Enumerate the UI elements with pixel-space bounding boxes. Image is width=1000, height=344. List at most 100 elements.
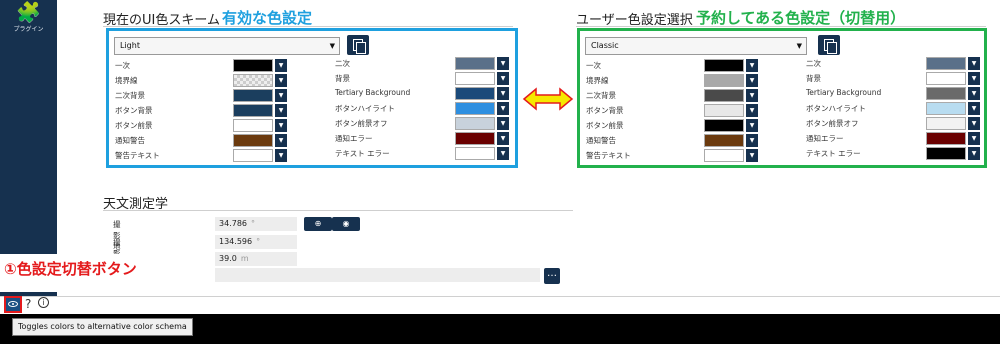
info-icon[interactable]: i: [38, 297, 49, 308]
color-swatch[interactable]: [455, 72, 495, 85]
help-icon[interactable]: ?: [25, 297, 31, 311]
color-picker-button[interactable]: ▼: [497, 57, 509, 70]
color-swatch[interactable]: [455, 132, 495, 145]
locate-button[interactable]: ⊕: [304, 217, 332, 231]
path-input[interactable]: [215, 268, 540, 282]
color-swatch[interactable]: [233, 149, 273, 162]
color-label: テキスト エラー: [806, 149, 861, 158]
user-scheme-panel: Classic ▼ 一次 ▼ 境界線 ▼ 二次背景 ▼ ボタン背景 ▼ ボタン前景 ▼ 通知警告 ▼ 警…: [577, 28, 987, 168]
color-picker-button[interactable]: ▼: [968, 87, 980, 100]
color-swatch[interactable]: [704, 59, 744, 72]
color-swatch[interactable]: [704, 104, 744, 117]
color-swatch[interactable]: [704, 89, 744, 102]
globe-button[interactable]: ◉: [332, 217, 360, 231]
color-label: 一次: [586, 61, 601, 70]
color-picker-button[interactable]: ▼: [746, 89, 758, 102]
bottom-toolbar: [0, 296, 1000, 314]
copy-scheme-button[interactable]: [818, 35, 840, 55]
color-label: ボタン背景: [115, 106, 153, 115]
color-label: 通知エラー: [806, 134, 844, 143]
color-swatch[interactable]: [233, 104, 273, 117]
color-picker-button[interactable]: ▼: [968, 57, 980, 70]
tooltip: Toggles colors to alternative color sche…: [12, 318, 193, 336]
color-picker-button[interactable]: ▼: [497, 117, 509, 130]
color-label: 通知警告: [586, 136, 616, 145]
divider: [103, 26, 513, 27]
color-label: Tertiary Background: [806, 88, 882, 97]
color-label: 一次: [115, 61, 130, 70]
color-label: 背景: [335, 74, 350, 83]
unit-label: °: [256, 237, 261, 246]
color-label: 境界線: [586, 76, 609, 85]
color-picker-button[interactable]: ▼: [746, 74, 758, 87]
color-picker-button[interactable]: ▼: [497, 147, 509, 160]
current-scheme-dropdown[interactable]: Light ▼: [114, 37, 340, 55]
color-picker-button[interactable]: ▼: [968, 117, 980, 130]
dropdown-value: Light: [120, 41, 140, 50]
color-picker-button[interactable]: ▼: [275, 74, 287, 87]
elevation-input[interactable]: 39.0 m: [215, 252, 297, 266]
color-label: 警告テキスト: [586, 151, 631, 160]
color-swatch[interactable]: [926, 117, 966, 130]
color-picker-button[interactable]: ▼: [275, 59, 287, 72]
color-picker-button[interactable]: ▼: [746, 59, 758, 72]
color-picker-button[interactable]: ▼: [497, 72, 509, 85]
color-swatch[interactable]: [926, 132, 966, 145]
puzzle-icon: 🧩: [16, 0, 41, 24]
color-swatch[interactable]: [455, 102, 495, 115]
color-swatch[interactable]: [704, 149, 744, 162]
current-scheme-panel: Light ▼ 一次 ▼ 境界線 ▼ 二次背景 ▼ ボタン背景 ▼ ボタン前景 ▼ 通知警告 ▼ 警告テ…: [106, 28, 518, 168]
color-swatch[interactable]: [455, 87, 495, 100]
copy-scheme-button[interactable]: [347, 35, 369, 55]
color-label: 通知警告: [115, 136, 145, 145]
color-picker-button[interactable]: ▼: [746, 119, 758, 132]
color-swatch[interactable]: [455, 117, 495, 130]
latitude-value: 34.786: [219, 219, 247, 228]
color-picker-button[interactable]: ▼: [968, 132, 980, 145]
color-label: ボタン前景オフ: [335, 119, 388, 128]
color-picker-button[interactable]: ▼: [497, 87, 509, 100]
browse-button[interactable]: …: [544, 268, 560, 284]
dropdown-value: Classic: [591, 41, 619, 50]
plugin-nav-item[interactable]: 🧩 プラグイン: [0, 0, 57, 40]
color-swatch[interactable]: [926, 147, 966, 160]
color-swatch[interactable]: [233, 74, 273, 87]
chevron-down-icon: ▼: [796, 42, 802, 50]
longitude-input[interactable]: 134.596 °: [215, 235, 297, 249]
color-picker-button[interactable]: ▼: [968, 72, 980, 85]
color-picker-button[interactable]: ▼: [275, 134, 287, 147]
color-label: 二次: [806, 59, 821, 68]
color-swatch[interactable]: [455, 57, 495, 70]
color-picker-button[interactable]: ▼: [746, 134, 758, 147]
color-picker-button[interactable]: ▼: [746, 149, 758, 162]
color-swatch[interactable]: [233, 89, 273, 102]
color-label: 境界線: [115, 76, 138, 85]
chevron-down-icon: ▼: [329, 42, 335, 50]
color-picker-button[interactable]: ▼: [275, 89, 287, 102]
color-label: 警告テキスト: [115, 151, 160, 160]
color-swatch[interactable]: [704, 119, 744, 132]
color-picker-button[interactable]: ▼: [275, 149, 287, 162]
color-swatch[interactable]: [233, 59, 273, 72]
toggle-color-scheme-button[interactable]: [4, 296, 22, 313]
latitude-input[interactable]: 34.786 °: [215, 217, 297, 231]
color-swatch[interactable]: [926, 87, 966, 100]
color-swatch[interactable]: [704, 74, 744, 87]
color-swatch[interactable]: [233, 119, 273, 132]
color-picker-button[interactable]: ▼: [497, 102, 509, 115]
color-swatch[interactable]: [926, 102, 966, 115]
color-picker-button[interactable]: ▼: [746, 104, 758, 117]
color-swatch[interactable]: [926, 57, 966, 70]
color-picker-button[interactable]: ▼: [968, 147, 980, 160]
color-swatch[interactable]: [455, 147, 495, 160]
color-swatch[interactable]: [704, 134, 744, 147]
current-scheme-annotation: 有効な色設定: [222, 9, 313, 27]
color-label: 二次: [335, 59, 350, 68]
color-picker-button[interactable]: ▼: [275, 104, 287, 117]
color-picker-button[interactable]: ▼: [968, 102, 980, 115]
color-picker-button[interactable]: ▼: [275, 119, 287, 132]
color-swatch[interactable]: [233, 134, 273, 147]
user-scheme-dropdown[interactable]: Classic ▼: [585, 37, 807, 55]
color-swatch[interactable]: [926, 72, 966, 85]
color-picker-button[interactable]: ▼: [497, 132, 509, 145]
